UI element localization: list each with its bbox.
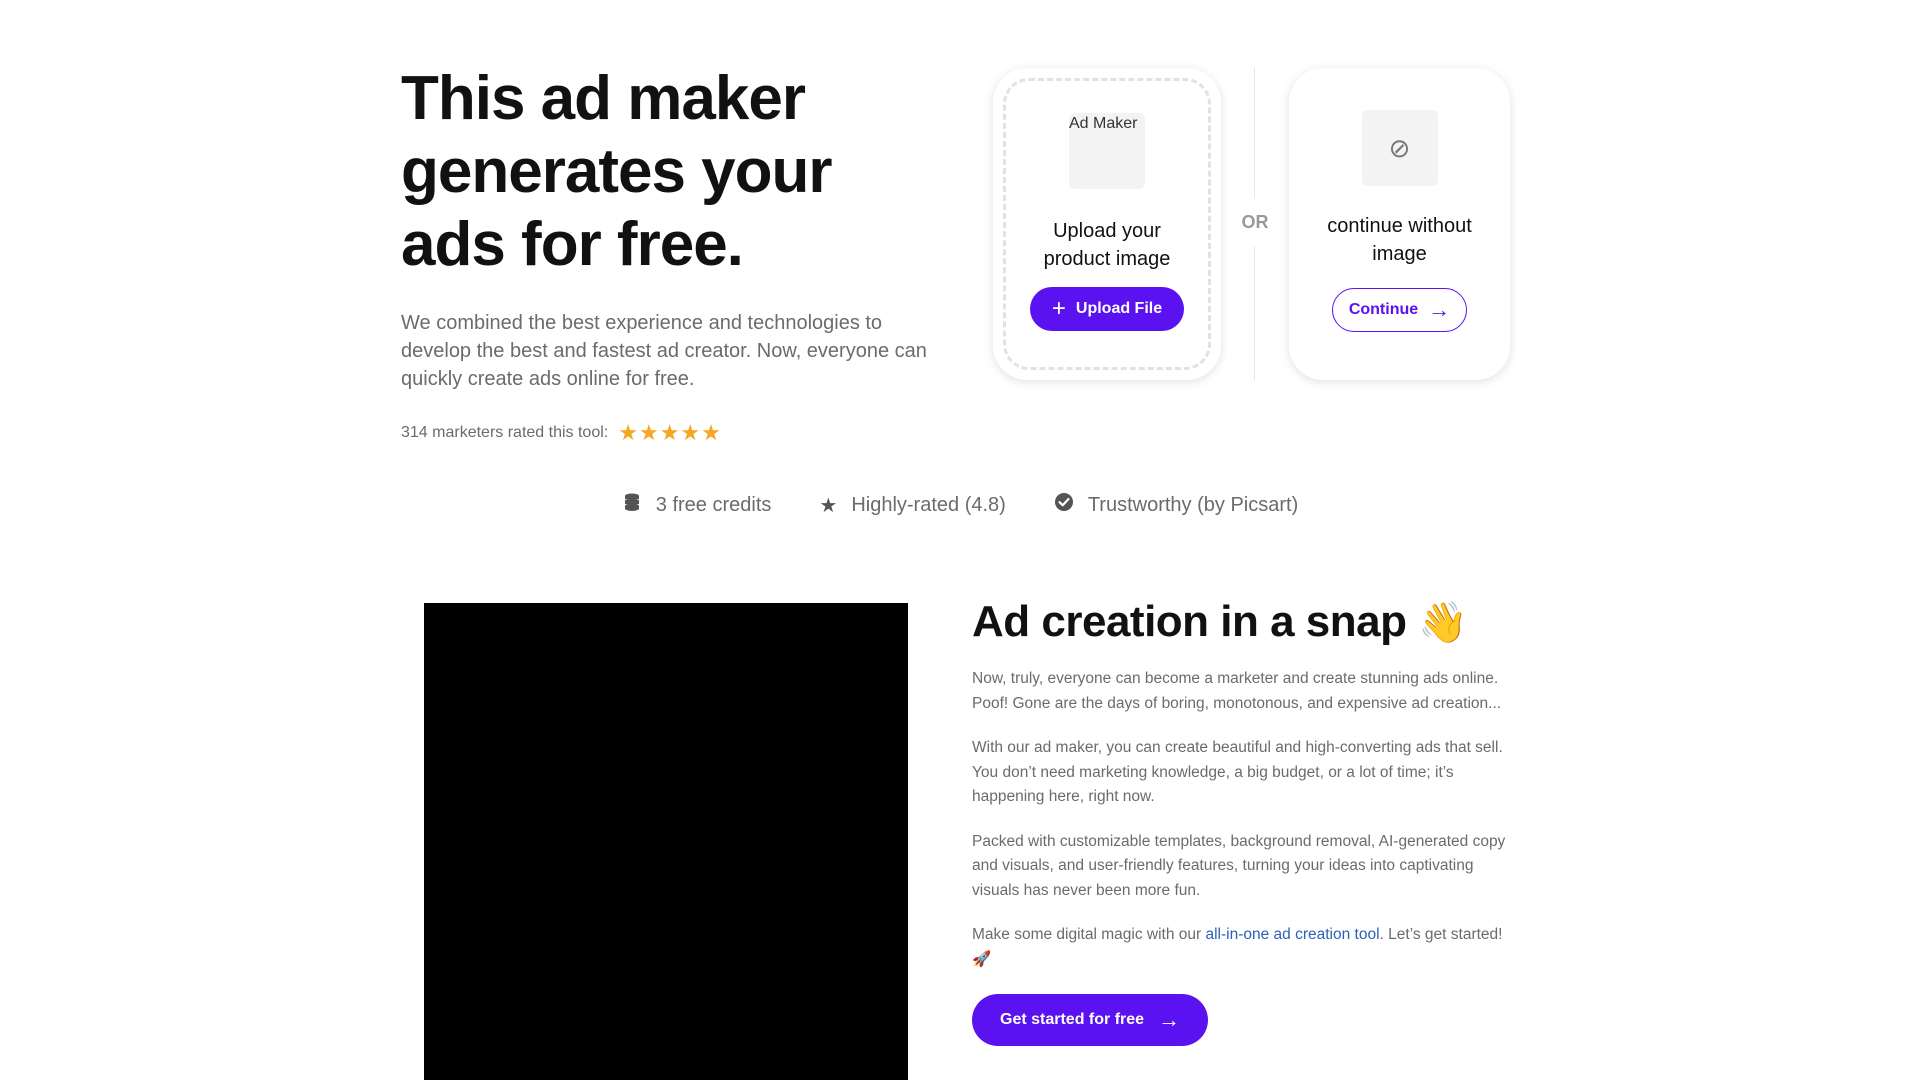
feature-rating-label: Highly-rated (4.8) <box>851 493 1006 516</box>
arrow-right-icon: → <box>1428 297 1451 322</box>
hero-title-line1: This ad maker <box>401 64 806 133</box>
video-player[interactable] <box>424 603 908 1080</box>
skip-text-line1: continue without <box>1327 215 1472 237</box>
check-circle-icon <box>1054 492 1074 518</box>
feature-rating: ★ Highly-rated (4.8) <box>819 492 1005 518</box>
star-icon: ★ <box>819 494 838 517</box>
get-started-button[interactable]: Get started for free → <box>972 994 1209 1046</box>
upload-file-button[interactable]: + Upload File <box>1029 287 1185 331</box>
ad-creation-tool-link[interactable]: all-in-one ad creation tool <box>1205 926 1379 943</box>
snap-section: Ad creation in a snap 👋 Now, truly, ever… <box>972 596 1512 1046</box>
upload-file-label: Upload File <box>1075 300 1163 317</box>
feature-trust-label: Trustworthy (by Picsart) <box>1087 493 1299 516</box>
upload-text-line1: Upload your <box>1053 220 1161 242</box>
star-icon: ★ <box>638 420 659 445</box>
snap-paragraph-1: Now, truly, everyone can become a market… <box>972 670 1502 712</box>
snap-paragraph-2: With our ad maker, you can create beauti… <box>972 739 1503 805</box>
rating-text: 314 marketers rated this tool: <box>401 424 609 441</box>
feature-credits: 3 free credits <box>622 492 772 518</box>
continue-label: Continue <box>1348 301 1419 318</box>
star-icon: ★ <box>701 420 721 445</box>
arrow-right-icon: → <box>1158 1007 1181 1032</box>
snap-paragraph-3: Packed with customizable templates, back… <box>972 832 1506 899</box>
snap-paragraph-4: Make some digital magic with our all-in-… <box>972 923 1512 972</box>
divider-line <box>1254 246 1255 380</box>
features-row: 3 free credits ★ Highly-rated (4.8) Trus… <box>0 492 1920 518</box>
hero-title-line3: ads for free. <box>401 210 744 279</box>
coins-icon <box>622 492 642 518</box>
paragraph4-before: Make some digital magic with our <box>972 926 1206 943</box>
upload-card-text: Upload your product image <box>1044 217 1171 273</box>
waving-hand-icon: 👋 <box>1418 601 1468 645</box>
feature-credits-label: 3 free credits <box>655 493 772 516</box>
or-label: OR <box>1241 212 1269 232</box>
ban-icon: ⊘ <box>1361 110 1438 186</box>
plus-icon: + <box>1051 295 1066 322</box>
ad-maker-image: Ad Maker <box>1069 113 1145 189</box>
rating-row: 314 marketers rated this tool: ★ ★ ★ ★ ★ <box>401 420 941 445</box>
hero-description: We combined the best experience and tech… <box>401 312 927 390</box>
feature-trust: Trustworthy (by Picsart) <box>1054 492 1298 518</box>
skip-card-text: continue without image <box>1327 212 1472 268</box>
hero-title: This ad maker generates your ads for fre… <box>401 62 941 281</box>
continue-without-image-card[interactable]: ⊘ continue without image Continue → <box>1289 68 1510 380</box>
star-icon: ★ <box>618 420 638 445</box>
star-icon: ★ <box>659 420 680 445</box>
upload-dropzone[interactable]: Ad Maker Upload your product image + Upl… <box>1003 78 1211 370</box>
get-started-label: Get started for free <box>1000 1011 1145 1028</box>
skip-text-line2: image <box>1372 243 1427 265</box>
continue-button[interactable]: Continue → <box>1331 288 1468 332</box>
star-icon: ★ <box>680 420 701 445</box>
snap-title: Ad creation in a snap 👋 <box>972 596 1512 649</box>
upload-card[interactable]: Ad Maker Upload your product image + Upl… <box>993 68 1221 380</box>
upload-text-line2: product image <box>1043 248 1171 270</box>
rating-stars: ★ ★ ★ ★ ★ <box>618 420 721 445</box>
divider-line <box>1254 68 1255 198</box>
snap-title-text: Ad creation in a snap <box>972 597 1407 646</box>
hero-section: This ad maker generates your ads for fre… <box>401 62 941 445</box>
hero-title-line2: generates your <box>401 137 833 206</box>
